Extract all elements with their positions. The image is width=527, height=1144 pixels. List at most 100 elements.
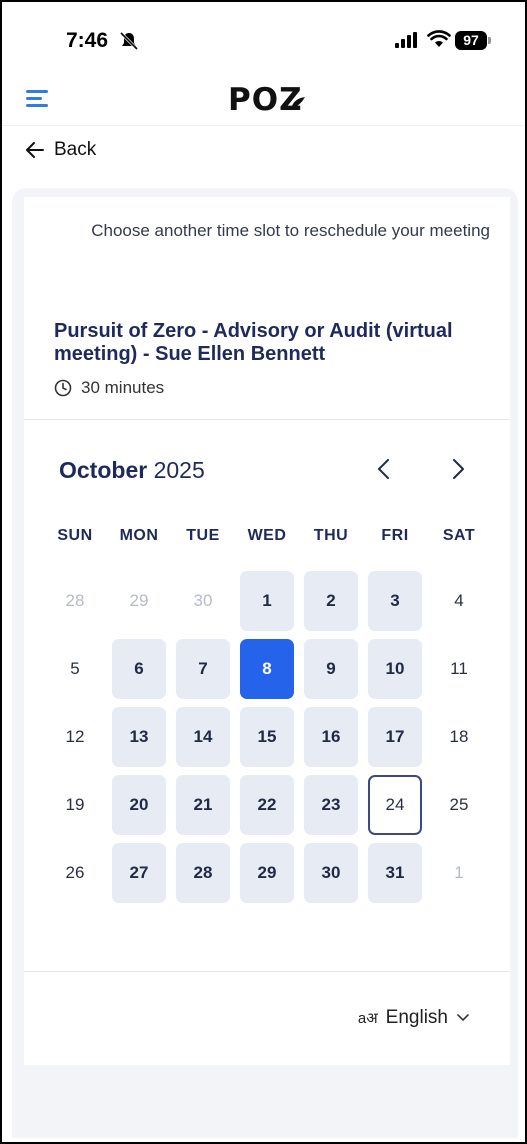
calendar-day-number: 5 — [70, 659, 80, 678]
calendar-day[interactable]: 23 — [299, 771, 363, 839]
chevron-down-icon — [457, 1014, 469, 1022]
calendar-day: 12 — [43, 703, 107, 771]
back-button[interactable]: Back — [26, 139, 96, 161]
calendar-day[interactable]: 2 — [299, 567, 363, 635]
calendar-day-number: 20 — [112, 775, 166, 835]
calendar-day-number: 21 — [176, 775, 230, 835]
footer-band — [24, 1065, 510, 1138]
calendar-day: 28 — [43, 567, 107, 635]
calendar-day: 30 — [171, 567, 235, 635]
calendar-day-number: 6 — [112, 639, 166, 699]
calendar-day[interactable]: 9 — [299, 635, 363, 703]
calendar-day-number: 30 — [193, 591, 213, 610]
calendar-day-number: 3 — [368, 571, 422, 631]
app-header: POZ — [2, 74, 525, 126]
calendar-day: 26 — [43, 839, 107, 907]
calendar-day[interactable]: 29 — [235, 839, 299, 907]
chevron-left-icon[interactable] — [374, 457, 394, 481]
calendar-day[interactable]: 21 — [171, 771, 235, 839]
weekday-label: THU — [313, 527, 349, 544]
calendar-day-number: 15 — [240, 707, 294, 767]
duration: 30 minutes — [54, 378, 164, 398]
calendar-day[interactable]: 17 — [363, 703, 427, 771]
weekday-label: SUN — [57, 527, 93, 544]
calendar-day[interactable]: 7 — [171, 635, 235, 703]
calendar-day[interactable]: 8 — [235, 635, 299, 703]
calendar-day[interactable]: 10 — [363, 635, 427, 703]
duration-label: 30 minutes — [81, 378, 165, 397]
calendar-day: 25 — [427, 771, 491, 839]
divider — [24, 971, 510, 972]
weekday-header: SUN MON TUE WED THU FRI SAT — [43, 527, 491, 545]
weekday-label: TUE — [186, 527, 220, 544]
month-heading: October 2025 — [59, 457, 205, 484]
weekday-label: SAT — [442, 527, 476, 544]
calendar-day-number: 18 — [449, 727, 469, 746]
bell-slash-icon — [119, 31, 139, 51]
calendar-day-number: 29 — [240, 843, 294, 903]
calendar-day: 4 — [427, 567, 491, 635]
logo-mark-icon — [292, 97, 305, 107]
calendar-day[interactable]: 27 — [107, 839, 171, 907]
phone-frame: 7:46 97 POZ Back Choose another time slo… — [0, 0, 527, 1144]
calendar-day[interactable]: 30 — [299, 839, 363, 907]
calendar-day-number: 7 — [176, 639, 230, 699]
reschedule-card: Choose another time slot to reschedule y… — [24, 197, 510, 1065]
calendar-day-number: 1 — [454, 863, 464, 882]
calendar-day-number: 25 — [449, 795, 469, 814]
calendar-day-number: 16 — [304, 707, 358, 767]
calendar-day[interactable]: 13 — [107, 703, 171, 771]
chevron-right-icon[interactable] — [448, 457, 468, 481]
calendar-day[interactable]: 31 — [363, 839, 427, 907]
month-name: October — [59, 457, 148, 483]
calendar-grid: 28 29 30 1 2 3 4 5 6 7 8 9 10 11 12 13 14 15 16 17 18 19 20 21 2… — [43, 567, 491, 907]
calendar-day-number: 30 — [304, 843, 358, 903]
calendar-day-number: 13 — [112, 707, 166, 767]
calendar-day-number: 8 — [240, 639, 294, 699]
calendar-day-number: 28 — [176, 843, 230, 903]
calendar-day-number: 2 — [304, 571, 358, 631]
calendar-day[interactable]: 20 — [107, 771, 171, 839]
wifi-icon — [427, 30, 451, 47]
calendar-day[interactable]: 22 — [235, 771, 299, 839]
calendar-day: 11 — [427, 635, 491, 703]
signal-icon — [395, 32, 417, 48]
weekday-label: MON — [119, 527, 159, 544]
calendar-day: 19 — [43, 771, 107, 839]
calendar-day[interactable]: 1 — [235, 567, 299, 635]
status-bar: 7:46 97 — [2, 2, 525, 74]
calendar-day-number: 26 — [65, 863, 85, 882]
calendar-day-number: 28 — [65, 591, 85, 610]
calendar-day: 5 — [43, 635, 107, 703]
language-label: English — [385, 1007, 448, 1028]
calendar-day-number: 22 — [240, 775, 294, 835]
calendar-day: 1 — [427, 839, 491, 907]
calendar-day-number: 29 — [129, 591, 149, 610]
calendar-day[interactable]: 16 — [299, 703, 363, 771]
calendar-day[interactable]: 15 — [235, 703, 299, 771]
calendar-day-number: 9 — [304, 639, 358, 699]
calendar-day-number: 24 — [368, 775, 422, 835]
calendar-day[interactable]: 6 — [107, 635, 171, 703]
calendar-day-number: 23 — [304, 775, 358, 835]
calendar-day[interactable]: 28 — [171, 839, 235, 907]
clock-icon — [54, 379, 72, 397]
calendar-day[interactable]: 24 — [363, 771, 427, 839]
calendar-day[interactable]: 14 — [171, 703, 235, 771]
weekday-label: WED — [247, 527, 287, 544]
battery-nub — [488, 37, 491, 44]
event-title: Pursuit of Zero - Advisory or Audit (vir… — [54, 320, 453, 365]
calendar-day-number: 1 — [240, 571, 294, 631]
battery-icon: 97 — [455, 31, 487, 50]
calendar-day-number: 4 — [454, 591, 464, 610]
weekday-label: FRI — [381, 527, 409, 544]
calendar-day-number: 31 — [368, 843, 422, 903]
calendar-day[interactable]: 3 — [363, 567, 427, 635]
menu-icon[interactable] — [26, 90, 48, 108]
calendar-day-number: 11 — [450, 659, 468, 678]
year: 2025 — [153, 457, 205, 483]
calendar-day-number: 27 — [112, 843, 166, 903]
divider — [24, 419, 510, 420]
calendar-day-number: 12 — [65, 727, 85, 746]
language-selector[interactable]: aअ English — [358, 1007, 470, 1029]
